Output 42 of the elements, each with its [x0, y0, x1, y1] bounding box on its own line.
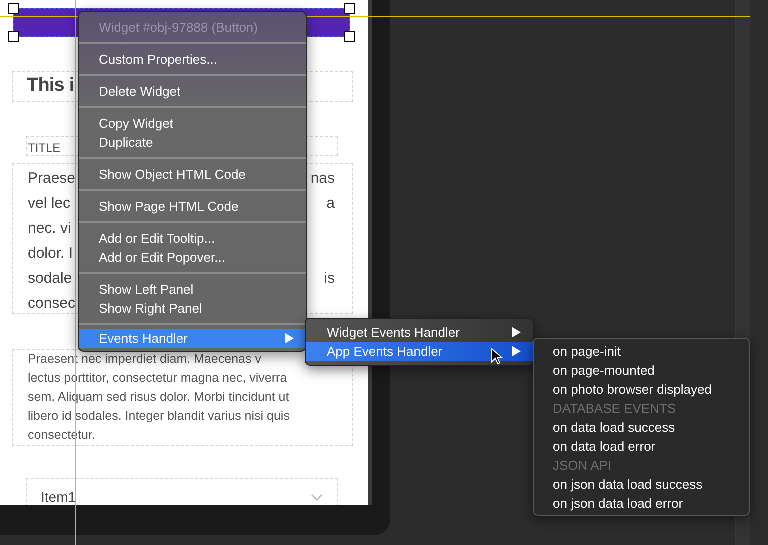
- menu-item[interactable]: Show Right Panel: [79, 299, 306, 318]
- menu-item[interactable]: Show Page HTML Code: [79, 197, 306, 216]
- menu-item[interactable]: Widget Events Handler: [306, 323, 533, 342]
- menu-item[interactable]: Custom Properties...: [79, 50, 306, 69]
- menu-item[interactable]: Copy Widget: [79, 114, 306, 133]
- text-fragment: dolor. I: [28, 244, 74, 264]
- menu-item[interactable]: on page-mounted: [534, 361, 749, 380]
- menu-item[interactable]: on json data load error: [534, 494, 749, 513]
- resize-handle[interactable]: [344, 3, 355, 14]
- text-fragment: nec. vi: [28, 219, 72, 239]
- section-header: JSON API: [552, 457, 613, 475]
- accordion-label: Item1: [41, 489, 76, 505]
- text-fragment: vel lec: [28, 194, 71, 214]
- menu-item[interactable]: on data load success: [534, 418, 749, 437]
- menu-item[interactable]: Duplicate: [79, 133, 306, 152]
- menu-item[interactable]: Add or Edit Tooltip...: [79, 229, 306, 248]
- page-heading: This i: [27, 75, 74, 96]
- menu-item[interactable]: Show Left Panel: [79, 280, 306, 299]
- menu-item[interactable]: on json data load success: [534, 475, 749, 494]
- menu-item[interactable]: Events Handler: [79, 329, 306, 348]
- text-fragment: nas: [310, 169, 335, 189]
- menu-item[interactable]: Show Object HTML Code: [79, 165, 306, 184]
- chevron-icon: [311, 494, 323, 502]
- menu-item[interactable]: on data load error: [534, 437, 749, 456]
- menu-item[interactable]: Delete Widget: [79, 82, 306, 101]
- resize-handle[interactable]: [344, 31, 355, 42]
- section-header: DATABASE EVENTS: [552, 400, 678, 418]
- pointer-cursor-icon: [491, 348, 503, 366]
- menu-item[interactable]: App Events Handler: [306, 342, 533, 361]
- menu-item[interactable]: on page-init: [534, 342, 749, 361]
- text-fragment: a: [326, 194, 335, 214]
- menu-item[interactable]: Add or Edit Popover...: [79, 248, 306, 267]
- paragraph-line: libero id sodales. Integer blandit varius nisi quis: [28, 409, 290, 423]
- resize-handle[interactable]: [8, 31, 19, 42]
- text-fragment: is: [324, 269, 335, 289]
- menu-header: Widget #obj-97888 (Button): [98, 19, 259, 37]
- text-fragment: consec: [28, 294, 76, 314]
- title-label: TITLE: [28, 141, 61, 155]
- text-fragment: Praese: [28, 169, 76, 189]
- resize-handle[interactable]: [8, 3, 19, 14]
- text-fragment: sodale: [28, 269, 72, 289]
- menu-item[interactable]: on photo browser displayed: [534, 380, 749, 399]
